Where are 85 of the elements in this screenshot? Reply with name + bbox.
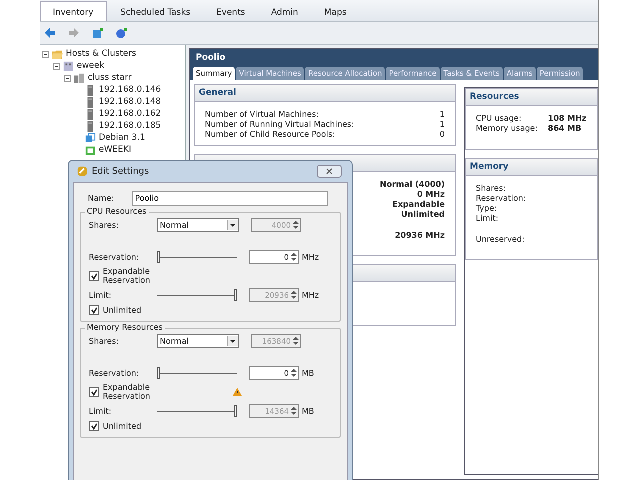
checkbox-label: Expandable Reservation bbox=[103, 267, 152, 285]
tree-item[interactable]: Hosts & Clusters bbox=[66, 49, 136, 59]
field-label: Name: bbox=[88, 194, 114, 203]
spin-arrows-icon bbox=[290, 252, 298, 262]
toolbar-button[interactable]: Admin bbox=[259, 1, 310, 21]
checkbox[interactable] bbox=[89, 387, 99, 397]
field-label: Shares: bbox=[476, 184, 506, 193]
field-label: Number of Child Resource Pools: bbox=[205, 130, 336, 139]
checkbox-label: Unlimited bbox=[103, 306, 142, 314]
back-arrow-icon bbox=[44, 27, 56, 39]
field-label: Shares: bbox=[89, 220, 120, 230]
field-value: 1 bbox=[440, 120, 445, 129]
card-title: Resources bbox=[470, 92, 520, 102]
vm-icon bbox=[85, 144, 96, 156]
field-label: Type: bbox=[476, 204, 498, 213]
checkbox[interactable] bbox=[89, 305, 99, 315]
server-icon bbox=[85, 84, 96, 96]
field-label: Memory usage: bbox=[476, 124, 539, 133]
server-icon bbox=[85, 120, 96, 132]
slider-thumb[interactable] bbox=[157, 251, 160, 263]
dropdown-caret-icon bbox=[227, 336, 238, 346]
field-label: Limit: bbox=[476, 214, 499, 223]
group-title: CPU Resources bbox=[85, 207, 149, 216]
field-value: 0 bbox=[440, 130, 445, 139]
unit-label: MHz bbox=[302, 252, 320, 262]
field-value: Normal (4000) bbox=[380, 180, 445, 189]
field-value: 1 bbox=[440, 110, 445, 119]
toolbar-button[interactable]: Events bbox=[204, 1, 258, 21]
unit-label: MB bbox=[302, 406, 314, 416]
spin-arrows-icon bbox=[292, 336, 300, 346]
server-icon bbox=[85, 108, 96, 120]
checkbox-label: Expandable Reservation bbox=[103, 383, 152, 401]
field-label: Reservation: bbox=[89, 252, 140, 262]
spin-arrows-icon bbox=[290, 406, 298, 416]
field-value: 20936 MHz bbox=[395, 231, 445, 240]
toolbar-button[interactable]: Scheduled Tasks bbox=[108, 1, 203, 21]
field-label: Shares: bbox=[89, 336, 120, 346]
panel-title: Poolio bbox=[190, 49, 598, 65]
toolbar-button[interactable]: Maps bbox=[312, 1, 359, 21]
spin-arrows-icon bbox=[292, 220, 300, 230]
tree-item[interactable]: 192.168.0.146 bbox=[99, 85, 162, 95]
card-title: General bbox=[199, 88, 236, 98]
field-label: Unreserved: bbox=[476, 235, 525, 244]
tree-item[interactable]: eWEEKI bbox=[99, 145, 132, 155]
building-icon bbox=[63, 60, 74, 72]
field-value: 108 MHz bbox=[548, 114, 587, 123]
field-value: 864 MB bbox=[548, 124, 582, 133]
server-icon bbox=[85, 96, 96, 108]
slider-thumb[interactable] bbox=[157, 367, 160, 379]
checkbox[interactable] bbox=[89, 421, 99, 431]
checkbox-label: Unlimited bbox=[103, 422, 142, 430]
tree-item[interactable]: 192.168.0.148 bbox=[99, 97, 162, 107]
field-label: CPU usage: bbox=[476, 114, 523, 123]
toolbar-button[interactable]: Inventory bbox=[40, 1, 107, 21]
name-field[interactable]: Poolio bbox=[132, 191, 328, 206]
tree-item[interactable]: 192.168.0.162 bbox=[99, 109, 162, 119]
group-title: Memory Resources bbox=[85, 323, 165, 332]
field-label: Reservation: bbox=[89, 368, 140, 378]
checkbox[interactable] bbox=[89, 271, 99, 281]
field-value: Unlimited bbox=[401, 210, 445, 219]
dialog-title: Edit Settings bbox=[92, 166, 150, 176]
tree-item[interactable]: Debian 3.1 bbox=[99, 133, 146, 143]
tree-item[interactable]: cluss starr bbox=[88, 73, 132, 83]
spin-arrows-icon bbox=[290, 290, 298, 300]
field-value: Expandable bbox=[392, 200, 445, 209]
folder-icon bbox=[52, 48, 63, 60]
field-label: Number of Virtual Machines: bbox=[205, 110, 319, 119]
field-label: Reservation: bbox=[476, 194, 526, 203]
add-vm-icon bbox=[116, 27, 128, 39]
cluster-icon bbox=[74, 72, 85, 84]
add-pool-icon bbox=[92, 27, 104, 39]
spin-arrows-icon bbox=[290, 368, 298, 378]
field-label: Number of Running Virtual Machines: bbox=[205, 120, 354, 129]
unit-label: MB bbox=[302, 368, 314, 378]
dropdown-caret-icon bbox=[227, 220, 238, 230]
card-title: Memory bbox=[470, 162, 509, 172]
close-button[interactable] bbox=[317, 165, 342, 178]
field-label: Limit: bbox=[89, 406, 113, 416]
tree-item[interactable]: eweek bbox=[77, 61, 105, 71]
forward-arrow-icon bbox=[68, 27, 80, 39]
field-label: Limit: bbox=[89, 290, 113, 300]
tree-item[interactable]: 192.168.0.185 bbox=[99, 121, 162, 131]
close-icon bbox=[326, 168, 333, 175]
field-value: 0 MHz bbox=[417, 190, 445, 199]
unit-label: MHz bbox=[302, 290, 320, 300]
